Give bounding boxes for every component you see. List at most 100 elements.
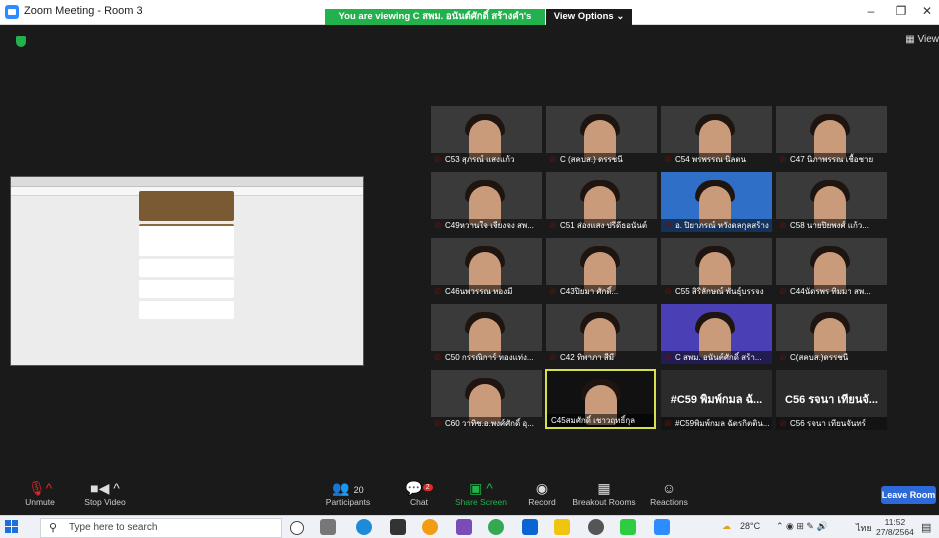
form-header-image <box>139 191 234 221</box>
windows-taskbar: ⚲ Type here to search ☁ 28°C ⌃ ◉ ⊞ ✎ 🔊 ไ… <box>0 515 939 538</box>
participant-name: C(สคบส.)ดรรชนี <box>776 351 887 364</box>
view-button[interactable]: ▦ View <box>905 34 939 45</box>
participant-tile[interactable]: ⊘C54 พรพรรณ นิลตน <box>661 106 772 166</box>
participant-tile[interactable]: ⊘C42 ทิพาภา สีมี <box>546 304 657 364</box>
grid-icon: ▦ <box>905 34 917 45</box>
participant-name: อ. ปิยาภรณ์ หวังดลกุลสร้าง <box>661 219 772 232</box>
participants-count: 20 <box>354 485 364 495</box>
share-screen-button[interactable]: ▣ ^Share Screen <box>455 479 507 507</box>
participant-tile[interactable]: C56 รจนา เทียนจั...⊘C56 รจนา เทียนจันทร์ <box>776 370 887 430</box>
zoom-logo-icon <box>5 5 19 19</box>
participant-tile[interactable]: ⊘C55 สิริลักษณ์ พันธุ์บรรจง <box>661 238 772 298</box>
participant-name: C53 สุภรณ์ แสงแก้ว <box>431 153 542 166</box>
participant-tile[interactable]: ⊘อ. ปิยาภรณ์ หวังดลกุลสร้าง <box>661 172 772 232</box>
participant-tile[interactable]: ⊘C44นัดรพร ทิมมา สพ... <box>776 238 887 298</box>
participant-tile[interactable]: ⊘C43ปิยมา ศักดิ์... <box>546 238 657 298</box>
participant-name: C46นพวรรณ ทองมี <box>431 285 542 298</box>
restore-button[interactable]: ❐ <box>891 4 911 18</box>
line-icon[interactable] <box>620 519 636 535</box>
form-title-card <box>139 224 234 256</box>
leave-room-button[interactable]: Leave Room <box>881 486 936 504</box>
app-icon[interactable] <box>588 519 604 535</box>
chrome-icon[interactable] <box>488 519 504 535</box>
store-icon[interactable] <box>390 519 406 535</box>
participant-tile[interactable]: ⊘C(สคบส.)ดรรชนี <box>776 304 887 364</box>
clock-date: 27/8/2564 <box>876 527 914 537</box>
participant-display-name: #C59 พิมพ์กมล ฉั... <box>661 390 772 408</box>
participant-name: #C59พิมพ์กมล ฉัตรกิตติน... <box>661 417 772 430</box>
viewing-banner: You are viewing C สพม. อนันต์ศักดิ์ สร้า… <box>325 9 545 25</box>
encryption-shield-icon[interactable] <box>16 36 26 47</box>
form-question-card <box>139 259 234 277</box>
windows-start-icon[interactable] <box>5 520 19 534</box>
close-button[interactable]: ✕ <box>917 4 937 18</box>
chat-button[interactable]: 💬2Chat <box>402 479 436 507</box>
shared-google-form <box>139 191 234 351</box>
muted-mic-icon: 🎙^ <box>18 479 62 497</box>
participant-name: C42 ทิพาภา สีมี <box>546 351 657 364</box>
participant-name: C60 วาทิช.อ.พงศ์ศักดิ์ อุ... <box>431 417 542 430</box>
form-question-card <box>139 301 234 319</box>
participant-name: C54 พรพรรณ นิลตน <box>661 153 772 166</box>
participant-name: C51 ส่องแสง ปรีดีธอนันต์ <box>546 219 657 232</box>
temperature: 28°C <box>740 521 760 531</box>
shared-browser-tabbar <box>11 177 363 187</box>
meeting-toolbar: 🎙^Unmute ■◀ ^Stop Video 👥 20Participants… <box>0 476 939 514</box>
participant-tile[interactable]: ⊘C47 นิภาพรรณ เชื้อชาย <box>776 106 887 166</box>
task-view-icon[interactable] <box>320 519 336 535</box>
chat-badge: 2 <box>423 484 433 491</box>
participant-name: C50 กรรณิการ์ ทองแท่ง... <box>431 351 542 364</box>
record-button[interactable]: ◉Record <box>524 479 560 507</box>
participant-name: C (สคบส.) ดรรชนี <box>546 153 657 166</box>
window-title: Zoom Meeting - Room 3 <box>24 5 143 17</box>
participant-tile[interactable]: ⊘C58 นายปิยพงศ์ แก้ว... <box>776 172 887 232</box>
form-question-card <box>139 280 234 298</box>
participant-tile[interactable]: ⊘C46นพวรรณ ทองมี <box>431 238 542 298</box>
edge-icon[interactable] <box>356 519 372 535</box>
tray-icons[interactable]: ⌃ ◉ ⊞ ✎ 🔊 <box>776 521 828 532</box>
clock-time: 11:52 <box>876 517 914 527</box>
clock[interactable]: 11:52 27/8/2564 <box>876 517 914 537</box>
participant-tile[interactable]: ⊘C (สคบส.) ดรรชนี <box>546 106 657 166</box>
unmute-button[interactable]: 🎙^Unmute <box>18 479 62 507</box>
zoom-taskbar-icon[interactable] <box>654 519 670 535</box>
search-placeholder: Type here to search <box>69 522 157 533</box>
participant-tile[interactable]: ⊘C60 วาทิช.อ.พงศ์ศักดิ์ อุ... <box>431 370 542 430</box>
language-indicator[interactable]: ไทย <box>856 521 872 535</box>
breakout-label: Breakout Rooms <box>572 497 635 507</box>
participant-tile[interactable]: #C59 พิมพ์กมล ฉั...⊘#C59พิมพ์กมล ฉัตรกิต… <box>661 370 772 430</box>
video-app-icon[interactable] <box>456 519 472 535</box>
mail-icon[interactable] <box>522 519 538 535</box>
participant-tile[interactable]: ⊘C49หวานใจ เจียงจง สพ... <box>431 172 542 232</box>
stop-video-button[interactable]: ■◀ ^Stop Video <box>80 479 130 507</box>
participant-tile[interactable]: ⊘C51 ส่องแสง ปรีดีธอนันต์ <box>546 172 657 232</box>
taskbar-search-box[interactable]: ⚲ Type here to search <box>40 518 282 538</box>
participant-name: C43ปิยมา ศักดิ์... <box>546 285 657 298</box>
active-speaker-tile[interactable]: C45สมศักดิ์ เชาวฤทธิ์กุล <box>545 369 656 429</box>
participant-display-name: C56 รจนา เทียนจั... <box>776 390 887 408</box>
participant-tile[interactable]: ⊘C สพม. อนันต์ศักดิ์ สร้า... <box>661 304 772 364</box>
breakout-rooms-button[interactable]: ▦Breakout Rooms <box>572 479 636 507</box>
participant-name: C49หวานใจ เจียงจง สพ... <box>431 219 542 232</box>
breakout-grid-icon: ▦ <box>572 479 636 497</box>
notifications-icon[interactable]: ▤ <box>921 521 931 534</box>
participants-button[interactable]: 👥 20Participants <box>322 479 374 507</box>
reactions-button[interactable]: ☺Reactions <box>648 479 690 507</box>
cortana-icon[interactable] <box>290 521 304 535</box>
weather-icon[interactable]: ☁ <box>722 521 731 532</box>
video-camera-icon: ■◀ ^ <box>80 479 130 497</box>
minimize-button[interactable]: – <box>861 4 881 18</box>
participant-tile[interactable]: ⊘C53 สุภรณ์ แสงแก้ว <box>431 106 542 166</box>
firefox-icon[interactable] <box>422 519 438 535</box>
smiley-icon: ☺ <box>648 479 690 497</box>
reactions-label: Reactions <box>650 497 688 507</box>
file-explorer-icon[interactable] <box>554 519 570 535</box>
record-label: Record <box>528 497 555 507</box>
share-arrow-icon: ▣ ^ <box>455 479 507 497</box>
participant-tile[interactable]: ⊘C50 กรรณิการ์ ทองแท่ง... <box>431 304 542 364</box>
share-screen-label: Share Screen <box>455 497 507 507</box>
view-options-button[interactable]: View Options ⌄ <box>546 9 632 25</box>
participant-name: C58 นายปิยพงศ์ แก้ว... <box>776 219 887 232</box>
participant-name: C47 นิภาพรรณ เชื้อชาย <box>776 153 887 166</box>
view-label: View <box>918 34 939 45</box>
